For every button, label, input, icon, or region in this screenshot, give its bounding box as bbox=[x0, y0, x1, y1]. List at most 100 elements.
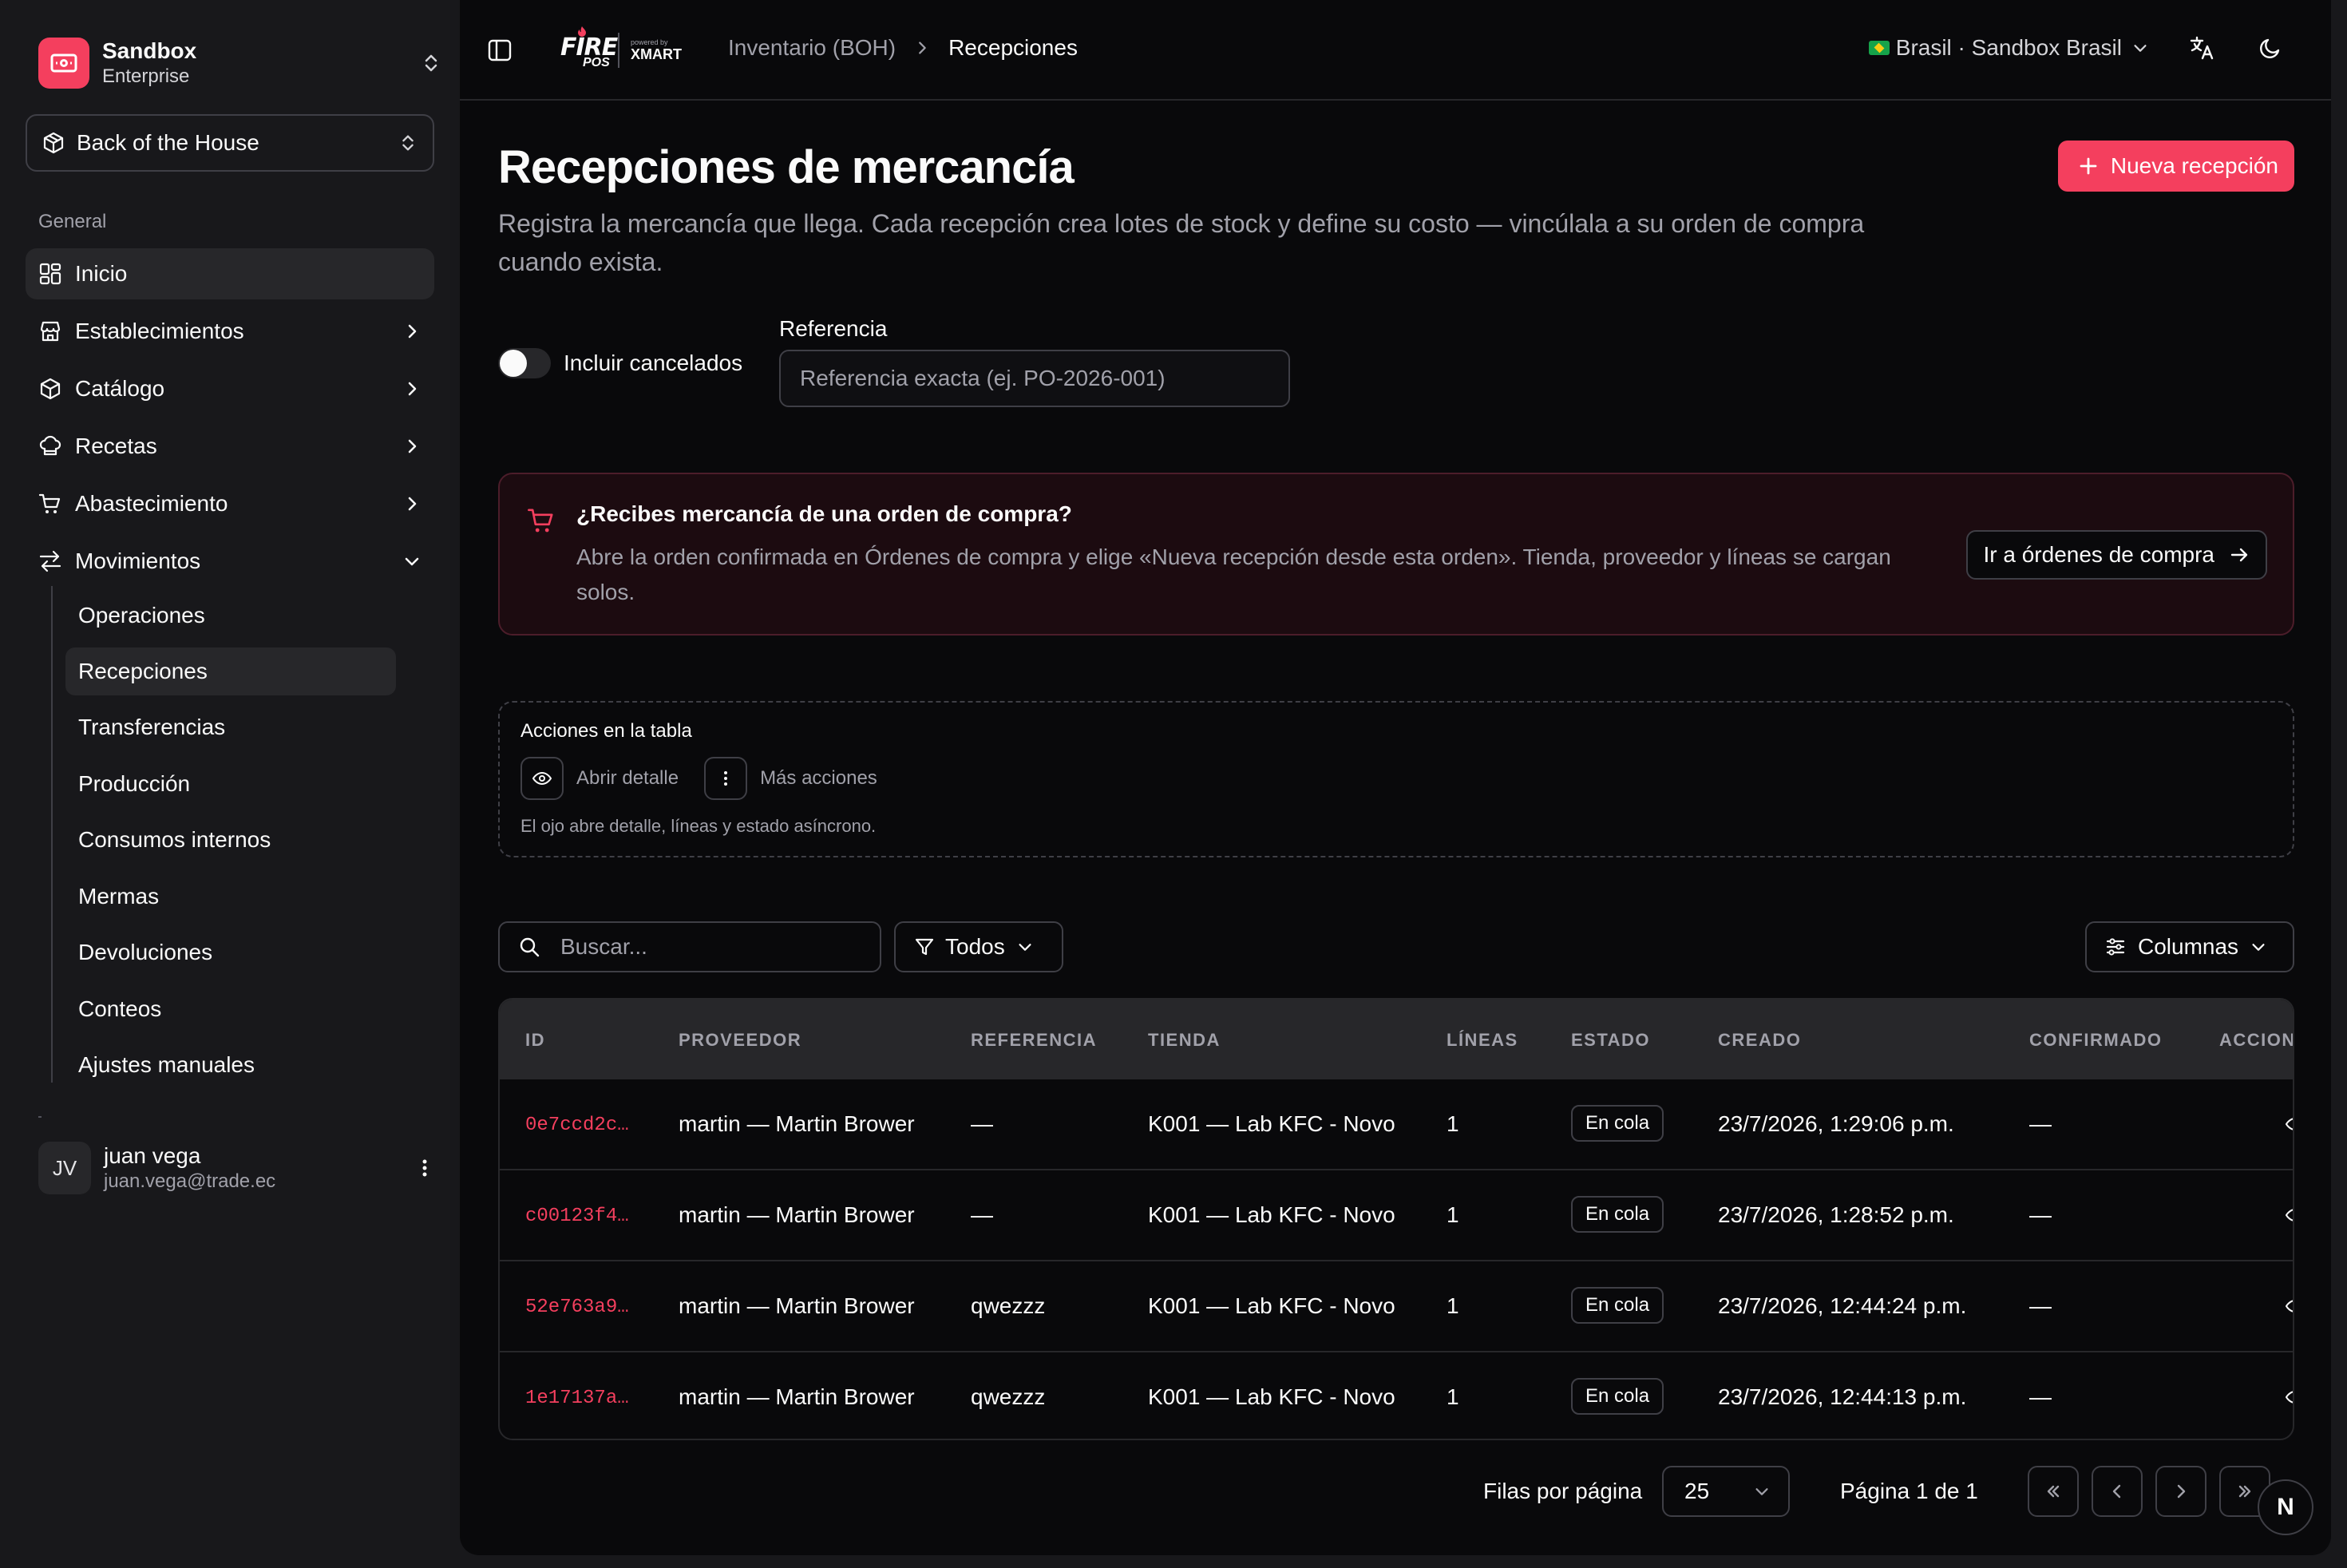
user-email: juan.vega@trade.ec bbox=[104, 1170, 276, 1192]
column-header-status[interactable]: ESTADO bbox=[1571, 1030, 1650, 1051]
eye-icon bbox=[2285, 1300, 2293, 1313]
sidebar-subitem-transferencias[interactable]: Transferencias bbox=[65, 703, 396, 751]
row-confirmed: — bbox=[2029, 1111, 2052, 1136]
previous-page-button[interactable] bbox=[2092, 1466, 2143, 1517]
column-header-reference[interactable]: REFERENCIA bbox=[971, 1030, 1097, 1051]
chef-hat-icon bbox=[39, 435, 61, 456]
tenant-selector[interactable]: Brasil · Sandbox Brasil bbox=[1868, 35, 2149, 61]
column-header-id[interactable]: ID bbox=[525, 1030, 545, 1051]
row-actions[interactable] bbox=[2285, 1115, 2293, 1134]
brand-logo: FIRE POS powered by XMART bbox=[560, 26, 682, 75]
rows-per-page-select[interactable]: 25 bbox=[1662, 1466, 1790, 1517]
row-id[interactable]: 0e7ccd2c… bbox=[525, 1115, 629, 1136]
cart-icon bbox=[528, 509, 553, 533]
dev-tools-button[interactable]: N bbox=[2258, 1479, 2313, 1535]
sidebar-toggle-icon[interactable] bbox=[487, 38, 513, 63]
org-switcher[interactable]: Sandbox Enterprise bbox=[38, 37, 442, 89]
brand-pos: POS bbox=[583, 56, 610, 69]
sidebar-item-abastecimiento[interactable]: Abastecimiento bbox=[26, 478, 434, 529]
row-id[interactable]: c00123f4… bbox=[525, 1206, 629, 1227]
chevron-down-icon bbox=[1755, 1488, 1768, 1495]
row-lines: 1 bbox=[1447, 1202, 1459, 1227]
legend-open-detail: Abrir detalle bbox=[576, 767, 679, 789]
column-header-actions: ACCION bbox=[2219, 1030, 2294, 1050]
sidebar-subitem-devoluciones[interactable]: Devoluciones bbox=[65, 929, 396, 976]
eye-icon bbox=[532, 771, 552, 786]
row-supplier: martin — Martin Brower bbox=[679, 1384, 915, 1409]
search-input[interactable]: Buscar... bbox=[498, 921, 881, 972]
search-icon bbox=[520, 937, 540, 957]
sidebar-item-recetas[interactable]: Recetas bbox=[26, 421, 434, 472]
sidebar-item-establecimientos[interactable]: Establecimientos bbox=[26, 306, 434, 357]
sidebar-subitem-consumos-internos[interactable]: Consumos internos bbox=[65, 816, 396, 864]
submenu-guide-line bbox=[51, 586, 53, 1083]
sidebar-subitem-operaciones[interactable]: Operaciones bbox=[65, 592, 396, 639]
new-reception-label: Nueva recepción bbox=[2110, 153, 2278, 178]
user-menu[interactable]: JV juan vega juan.vega@trade.ec bbox=[38, 1140, 434, 1196]
columns-button[interactable]: Columnas bbox=[2085, 921, 2294, 972]
pagination: Filas por página 25 Página 1 de 1 bbox=[460, 1466, 2331, 1517]
eye-icon bbox=[2285, 1209, 2293, 1222]
sidebar-subitem-recepciones[interactable]: Recepciones bbox=[65, 647, 396, 695]
brazil-flag-icon bbox=[1868, 41, 1890, 55]
table-header: ID PROVEEDOR REFERENCIA TIENDA LÍNEAS ES… bbox=[500, 1000, 2293, 1078]
tenant-label: Brasil · Sandbox Brasil bbox=[1895, 35, 2122, 60]
chevron-down-icon bbox=[2252, 944, 2265, 951]
reference-input[interactable] bbox=[779, 350, 1290, 407]
table-row[interactable]: 0e7ccd2c… martin — Martin Brower — K001 … bbox=[500, 1078, 2293, 1169]
table-row[interactable]: c00123f4… martin — Martin Brower — K001 … bbox=[500, 1169, 2293, 1260]
row-reference: qwezzz bbox=[971, 1293, 1046, 1318]
column-header-store[interactable]: TIENDA bbox=[1148, 1030, 1221, 1051]
store-icon bbox=[40, 321, 61, 342]
row-actions[interactable] bbox=[2285, 1206, 2293, 1225]
sidebar-subitem-conteos[interactable]: Conteos bbox=[65, 985, 396, 1033]
sidebar-item-inicio[interactable]: Inicio bbox=[26, 248, 434, 299]
chevron-right-icon bbox=[408, 324, 417, 339]
row-store: K001 — Lab KFC - Novo bbox=[1148, 1384, 1395, 1409]
column-header-created[interactable]: CREADO bbox=[1718, 1030, 1801, 1051]
reference-label: Referencia bbox=[779, 316, 888, 341]
sidebar-item-label: Catálogo bbox=[75, 376, 165, 401]
sidebar-subitem-produccion[interactable]: Producción bbox=[65, 760, 396, 808]
sidebar-item-movimientos[interactable]: Movimientos bbox=[26, 536, 434, 587]
status-filter-button[interactable]: Todos bbox=[894, 921, 1063, 972]
column-header-lines[interactable]: LÍNEAS bbox=[1447, 1030, 1518, 1051]
theme-toggle-button[interactable] bbox=[2254, 32, 2286, 64]
purchase-order-callout: ¿Recibes mercancía de una orden de compr… bbox=[498, 473, 2294, 636]
arrows-left-right-icon bbox=[39, 550, 61, 572]
chevrons-left-icon bbox=[2047, 1485, 2060, 1498]
row-id[interactable]: 52e763a9… bbox=[525, 1297, 629, 1318]
first-page-button[interactable] bbox=[2028, 1466, 2079, 1517]
sidebar-subitem-mermas[interactable]: Mermas bbox=[65, 873, 396, 921]
column-header-confirmed[interactable]: CONFIRMADO bbox=[2029, 1030, 2163, 1051]
row-reference: — bbox=[971, 1111, 993, 1136]
chevron-right-icon bbox=[408, 439, 417, 453]
org-plan: Enterprise bbox=[102, 65, 190, 87]
box-icon bbox=[40, 378, 61, 400]
table-row[interactable]: 52e763a9… martin — Martin Brower qwezzz … bbox=[500, 1260, 2293, 1351]
filter-icon bbox=[915, 938, 934, 956]
next-page-button[interactable] bbox=[2155, 1466, 2206, 1517]
column-header-supplier[interactable]: PROVEEDOR bbox=[679, 1030, 801, 1051]
row-id[interactable]: 1e17137a… bbox=[525, 1388, 629, 1409]
sidebar-item-label: Inicio bbox=[75, 261, 128, 286]
row-actions[interactable] bbox=[2285, 1297, 2293, 1316]
new-reception-button[interactable]: Nueva recepción bbox=[2057, 141, 2294, 192]
row-confirmed: — bbox=[2029, 1202, 2052, 1227]
area-switcher[interactable]: Back of the House bbox=[26, 114, 434, 172]
chevron-right-icon bbox=[919, 42, 926, 54]
callout-text: Abre la orden confirmada en Órdenes de c… bbox=[576, 544, 1891, 604]
status-filter-label: Todos bbox=[945, 934, 1005, 959]
more-vertical-icon[interactable] bbox=[415, 1156, 434, 1180]
go-to-purchase-orders-button[interactable]: Ir a órdenes de compra bbox=[1965, 530, 2267, 580]
row-actions[interactable] bbox=[2285, 1388, 2293, 1407]
include-cancelled-toggle[interactable] bbox=[498, 348, 551, 378]
breadcrumb-parent[interactable]: Inventario (BOH) bbox=[728, 35, 896, 61]
chevron-down-icon bbox=[2134, 45, 2147, 52]
row-supplier: martin — Martin Brower bbox=[679, 1202, 915, 1227]
sidebar-subitem-ajustes-manuales[interactable]: Ajustes manuales bbox=[65, 1041, 396, 1089]
legend-note: El ojo abre detalle, líneas y estado así… bbox=[520, 816, 877, 836]
translate-button[interactable] bbox=[2186, 32, 2218, 64]
table-row[interactable]: 1e17137a… martin — Martin Brower qwezzz … bbox=[500, 1351, 2293, 1439]
sidebar-item-catalogo[interactable]: Catálogo bbox=[26, 363, 434, 414]
